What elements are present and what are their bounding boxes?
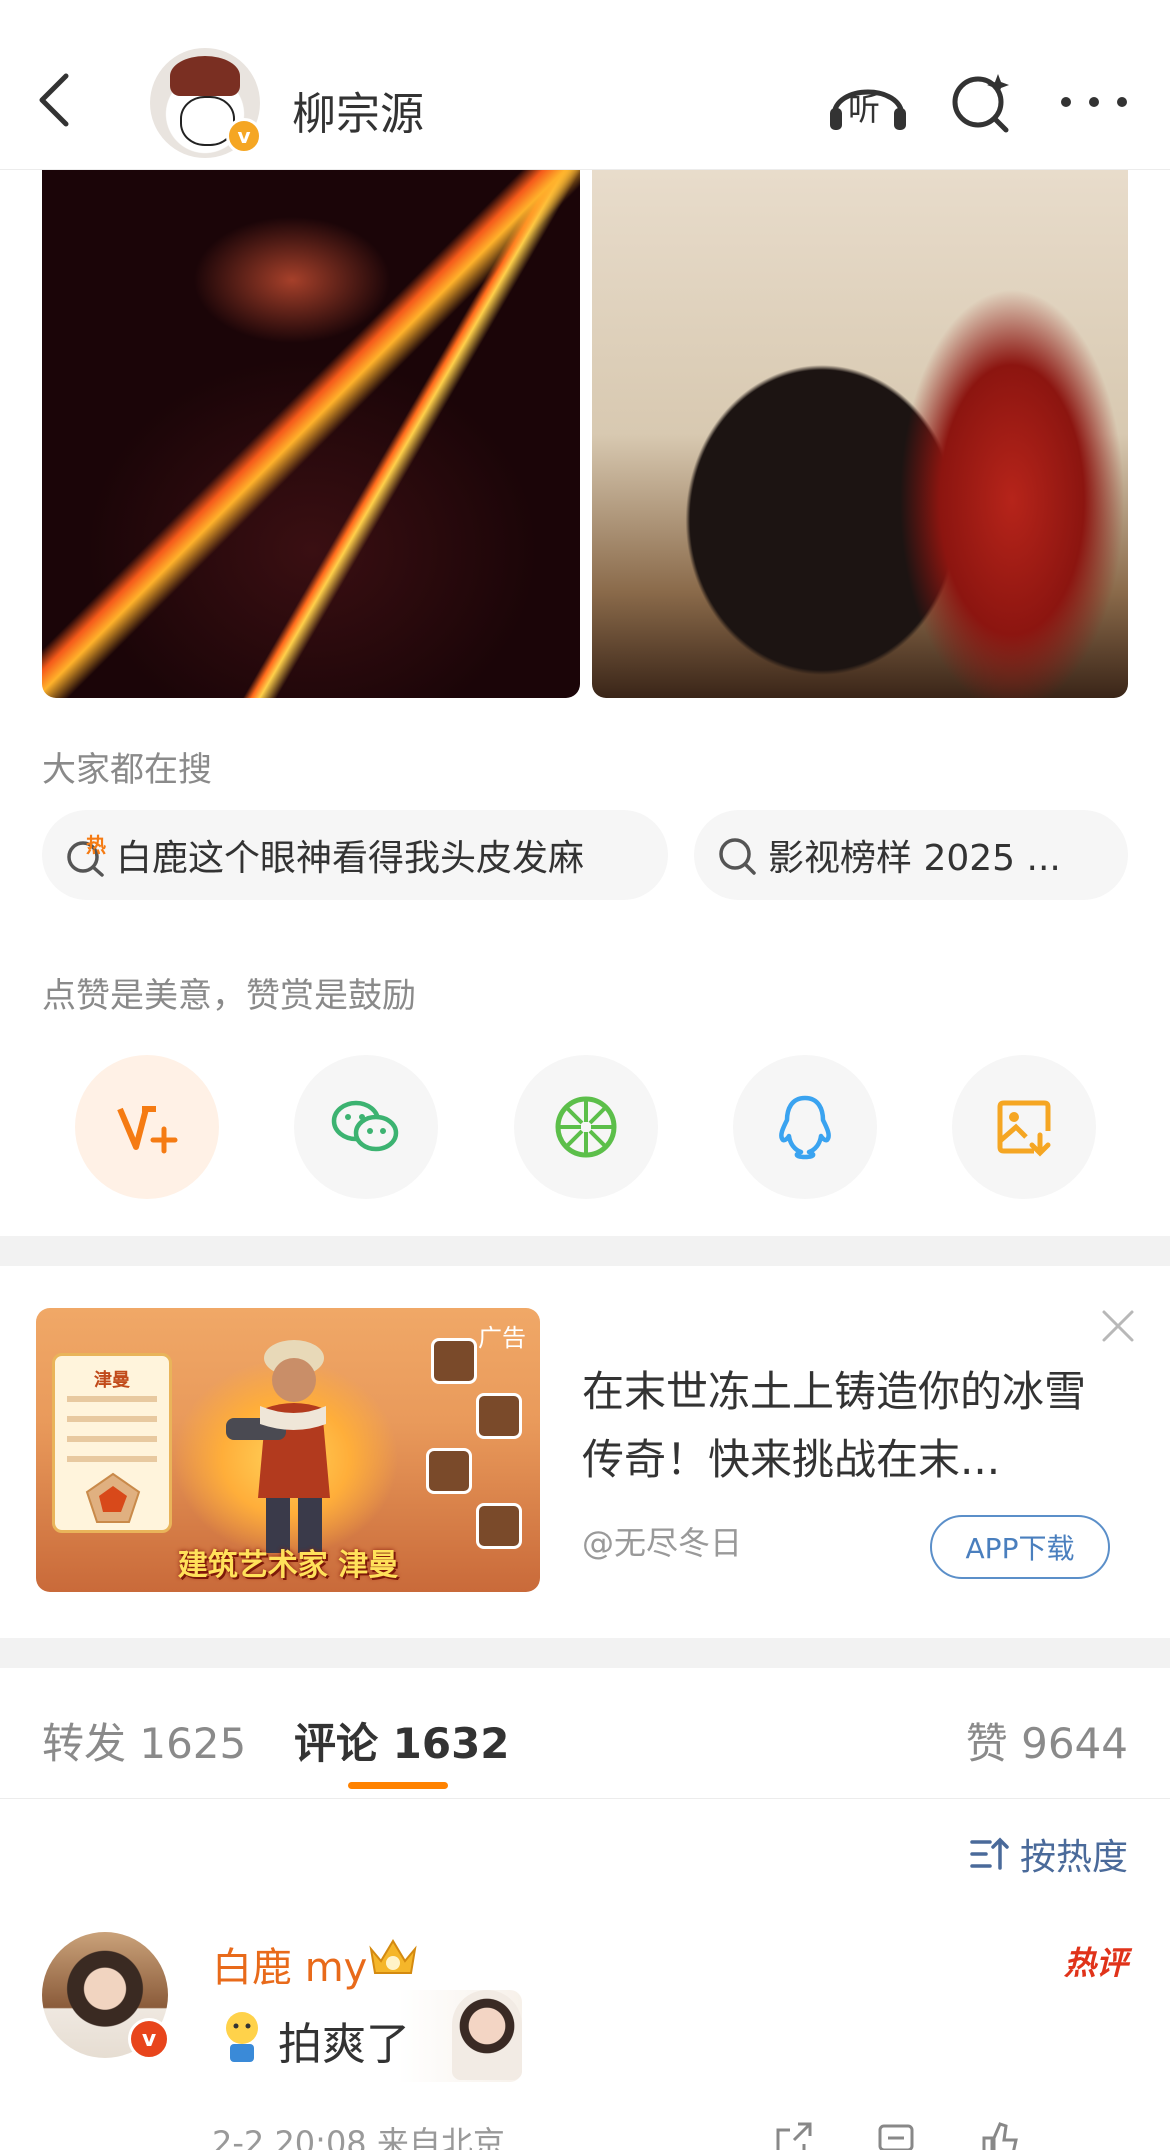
ad-thumb xyxy=(426,1448,472,1494)
post-photo[interactable] xyxy=(42,170,580,698)
ad-title[interactable]: 在末世冻土上铸造你的冰雪传奇！快来挑战在末... xyxy=(582,1358,1102,1494)
like-icon[interactable] xyxy=(980,2120,1020,2150)
ad-image[interactable]: 津曼 广告 建筑艺术家 津曼 xyxy=(36,1308,540,1592)
trending-search-item[interactable]: 影视榜样 2025 ... xyxy=(694,810,1128,900)
save-image-button[interactable] xyxy=(952,1055,1096,1199)
comment-user-name[interactable]: 白鹿 my xyxy=(212,1935,367,1993)
share-wechat-button[interactable] xyxy=(294,1055,438,1199)
qq-icon xyxy=(779,1095,831,1160)
tab-like[interactable]: 赞 9644 xyxy=(966,1710,1128,1771)
trending-search-item[interactable]: 热 白鹿这个眼神看得我头皮发麻 xyxy=(42,810,668,900)
post-photo[interactable] xyxy=(592,170,1128,698)
post-images xyxy=(42,170,1128,698)
ad-thumb xyxy=(431,1338,477,1384)
comment-meta: 2-2 20:08 来自北京 xyxy=(212,2124,505,2150)
sort-label: 按热度 xyxy=(1019,1837,1128,1878)
reward-v-icon xyxy=(117,1106,178,1154)
avatar-sticker xyxy=(452,1990,522,2080)
top-bar: v 柳宗源 听 xyxy=(0,0,1170,170)
active-tab-indicator xyxy=(348,1782,448,1789)
reply-icon[interactable] xyxy=(876,2120,916,2150)
more-icon[interactable] xyxy=(1052,70,1136,134)
listen-label: 听 xyxy=(848,90,881,128)
section-divider xyxy=(0,1638,1170,1668)
verified-badge-icon: v xyxy=(226,118,262,154)
reward-v-button[interactable] xyxy=(75,1055,219,1199)
back-icon[interactable] xyxy=(30,70,80,130)
trending-label: 大家都在搜 xyxy=(42,750,212,790)
hot-comment-tag: 热评 xyxy=(1063,1944,1128,1982)
trending-search-text: 影视榜样 2025 ... xyxy=(768,838,1061,879)
ad-stat-card: 津曼 xyxy=(52,1353,172,1533)
close-icon[interactable] xyxy=(1098,1306,1138,1346)
ad-character xyxy=(226,1328,356,1568)
avatar[interactable]: v xyxy=(150,48,262,158)
crown-badge-icon[interactable] xyxy=(365,1935,421,1981)
hot-search-icon: 热 xyxy=(64,833,108,877)
save-image-icon xyxy=(997,1100,1051,1157)
sort-icon xyxy=(970,1837,1009,1870)
ad-badge: 广告 xyxy=(478,1324,526,1352)
divider xyxy=(0,1798,1170,1799)
search-icon[interactable] xyxy=(948,70,1032,134)
headphones-listen-icon[interactable]: 听 xyxy=(826,70,910,134)
ad-thumb xyxy=(476,1393,522,1439)
share-qq-button[interactable] xyxy=(733,1055,877,1199)
tab-repost[interactable]: 转发 1625 xyxy=(42,1710,246,1771)
reward-label: 点赞是美意，赞赏是鼓励 xyxy=(42,976,416,1016)
verified-badge-icon: v xyxy=(128,2018,170,2060)
trending-search-text: 白鹿这个眼神看得我头皮发麻 xyxy=(116,838,585,879)
tab-comment[interactable]: 评论 1632 xyxy=(294,1710,510,1771)
app-download-button[interactable]: APP下载 xyxy=(930,1515,1110,1579)
moments-icon xyxy=(555,1096,617,1158)
emoji-icon xyxy=(220,2008,264,2064)
wechat-icon xyxy=(331,1100,399,1152)
user-name[interactable]: 柳宗源 xyxy=(292,78,424,142)
search-icon xyxy=(716,833,760,877)
ad-caption: 建筑艺术家 津曼 xyxy=(177,1548,399,1583)
ad-source[interactable]: @无尽冬日 xyxy=(582,1518,742,1564)
comment-text: 拍爽了 xyxy=(278,2019,410,2070)
share-icon[interactable] xyxy=(774,2120,814,2150)
comment-content[interactable]: 拍爽了 xyxy=(212,1990,522,2082)
sort-by-hot-button[interactable]: 按热度 xyxy=(968,1828,1128,1880)
section-divider xyxy=(0,1236,1170,1266)
share-moments-button[interactable] xyxy=(514,1055,658,1199)
